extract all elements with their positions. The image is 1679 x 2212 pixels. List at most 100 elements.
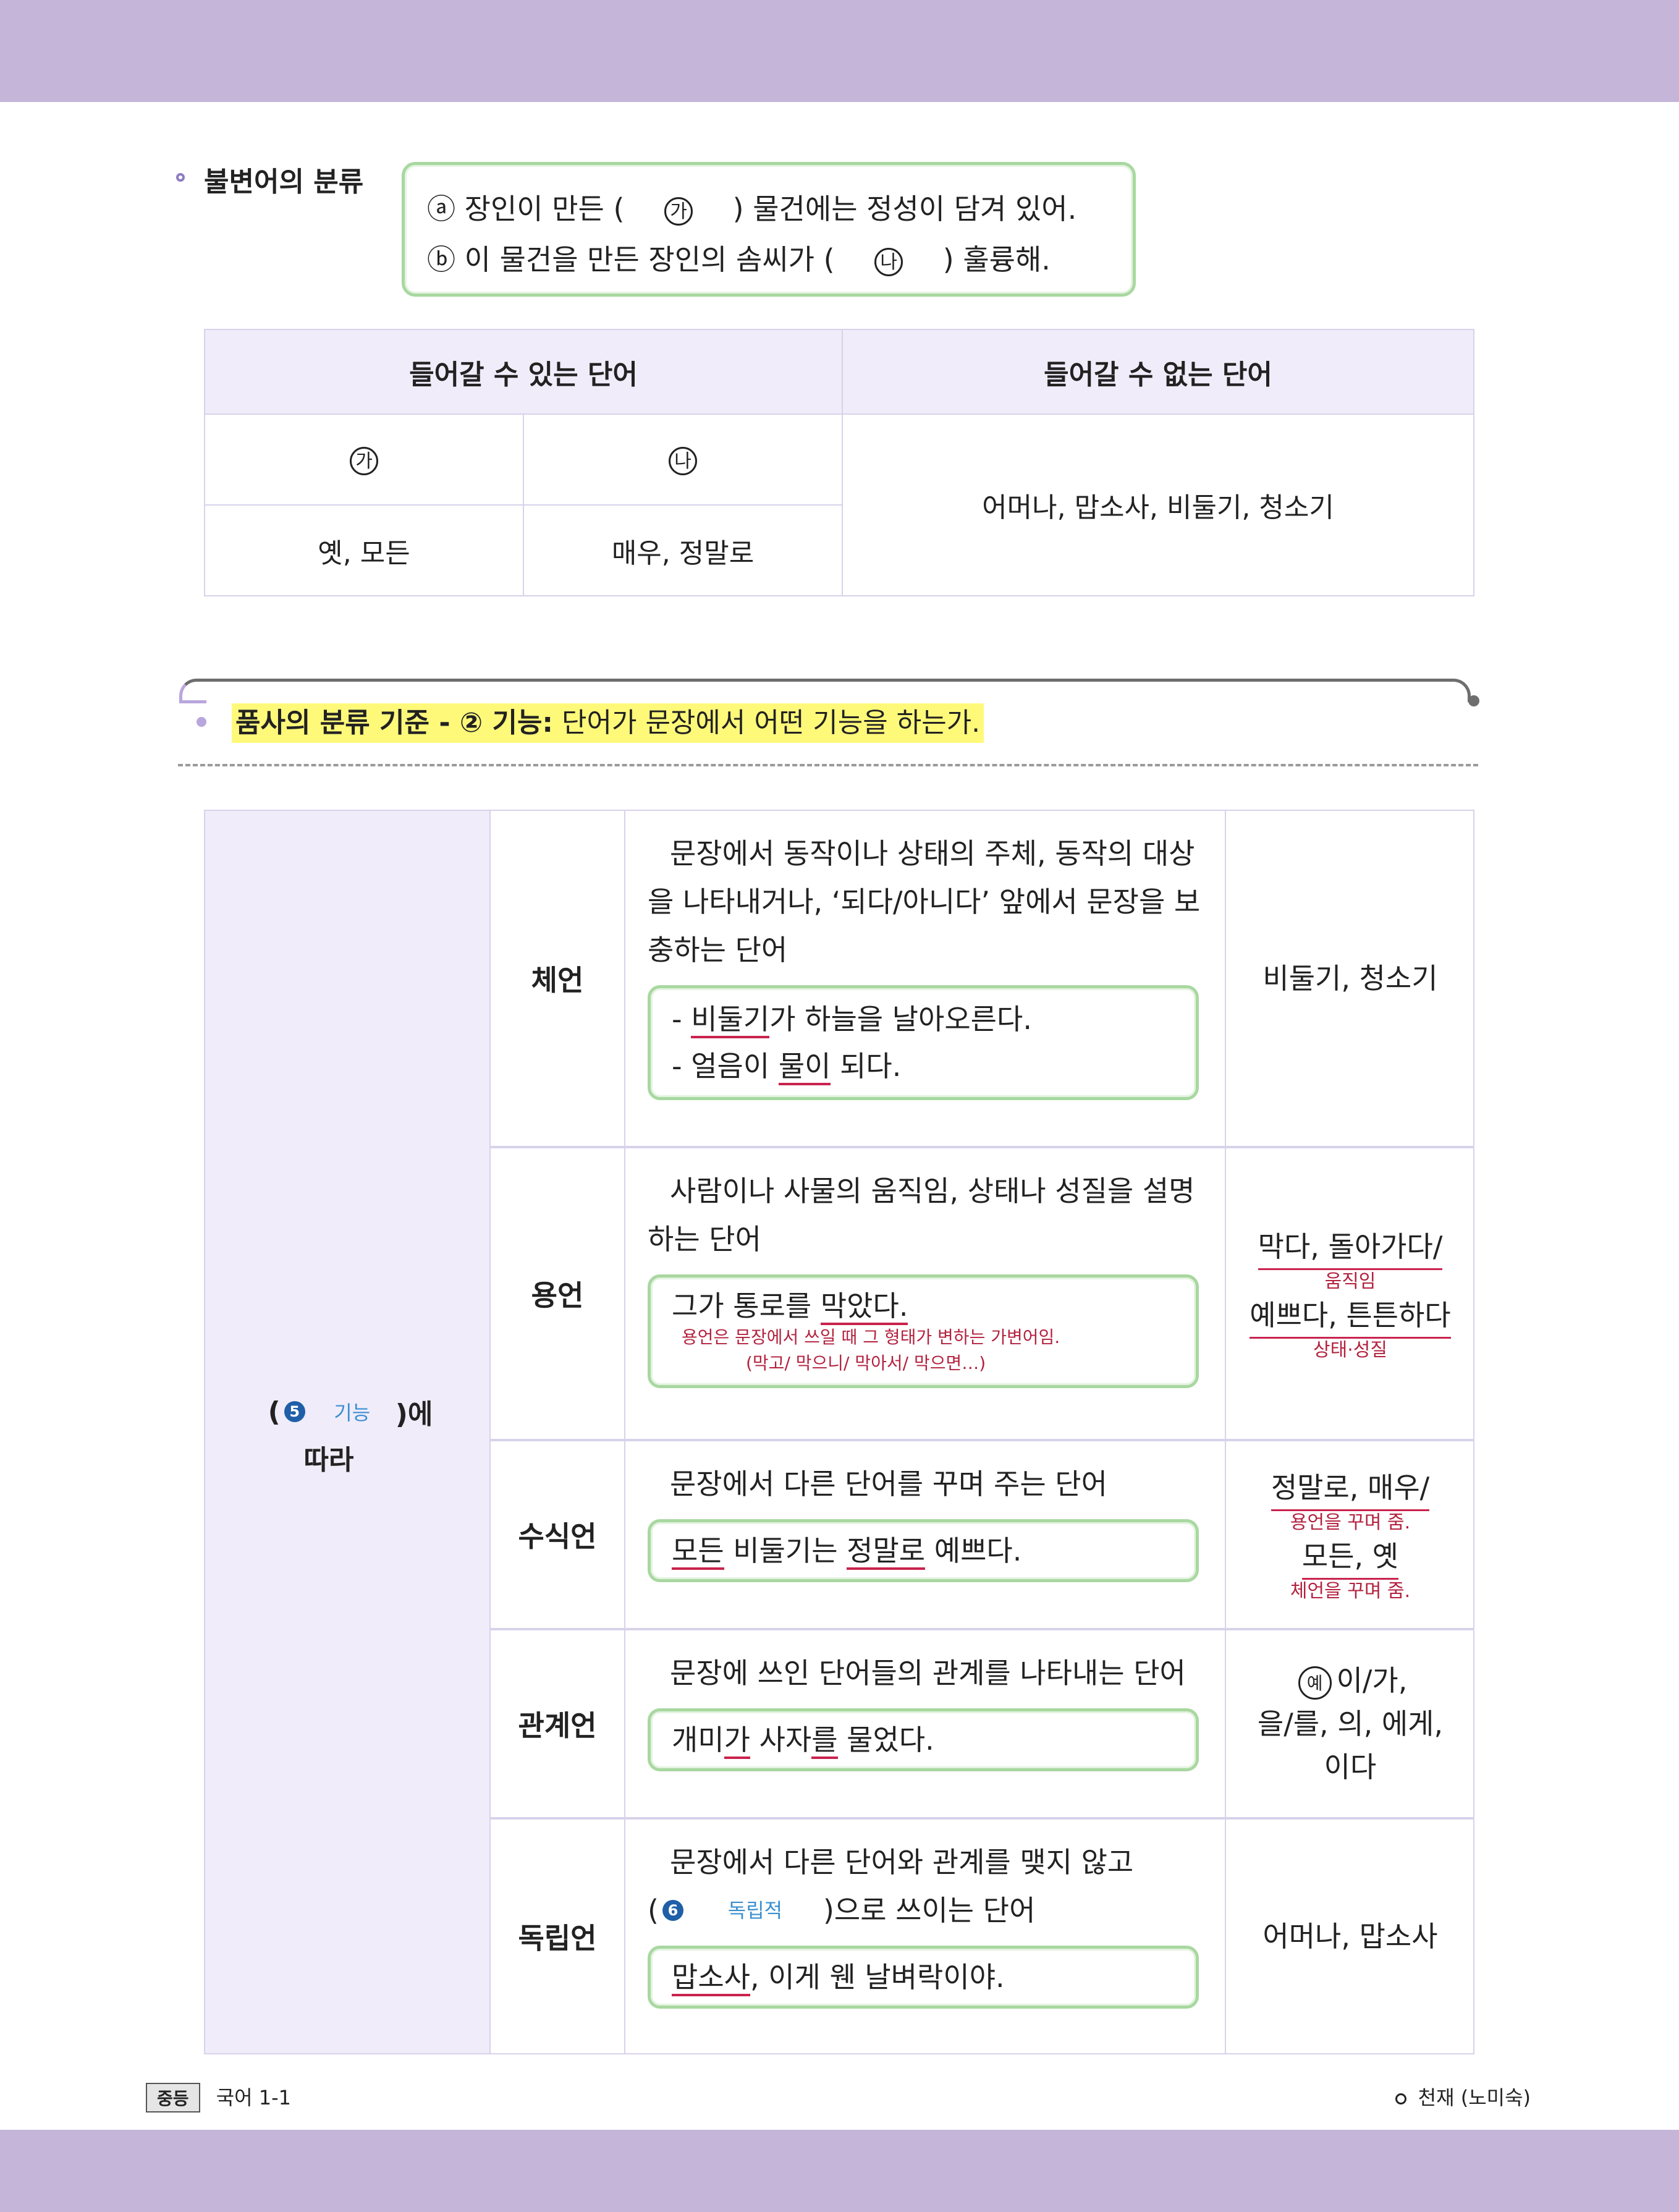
description-1: 문장에서 다른 단어와 관계를 맺지 않고: [670, 1845, 1134, 1879]
blank-5: ( 5 기능 )에: [268, 1392, 433, 1431]
ex-post: 되다.: [831, 1049, 902, 1083]
dashed-divider: [178, 764, 1478, 766]
answer-line-3: 이다: [1324, 1750, 1377, 1784]
row-gwangyeeon: 관계언 문장에 쓰인 단어들의 관계를 나타내는 단어 개미가 사자를 물었다.…: [491, 1629, 1474, 1818]
answer-2-note: 상태·성질: [1313, 1339, 1387, 1361]
example-box: 맙소사, 이게 웬 날벼락이야.: [648, 1946, 1199, 2009]
sub-ga: 가: [204, 413, 524, 506]
example-a-text: 장인이 만든 (: [464, 192, 625, 226]
dot-right: [1468, 695, 1479, 706]
invariable-table: 들어갈 수 있는 단어 들어갈 수 없는 단어 가 나 어머나, 맙소사, 비둘…: [204, 329, 1474, 596]
example-b: ⓑ 이 물건을 만든 장인의 솜씨가 ( 나 ) 훌륭해.: [427, 234, 1110, 285]
answer: 어머나, 맙소사: [1262, 1920, 1438, 1953]
note-2: (막고/ 막으니/ 막아서/ 막으면…): [746, 1353, 986, 1373]
answer-cell: 예 이/가, 을/를, 의, 에게, 이다: [1226, 1630, 1474, 1817]
ga-icon: 가: [350, 447, 378, 475]
paren-open: (: [648, 1894, 659, 1927]
description-cell: 사람이나 사물의 움직임, 상태나 성질을 설명하는 단어 그가 통로를 막았다…: [625, 1148, 1226, 1439]
mark-a: ⓐ: [427, 192, 455, 226]
cannot-cell: 어머나, 맙소사, 비둘기, 청소기: [842, 413, 1474, 596]
dot-left: [197, 717, 206, 727]
footer-right: 천재 (노미숙): [1395, 2082, 1531, 2111]
level-badge: 중등: [146, 2083, 200, 2112]
row-cheeon: 체언 문장에서 동작이나 상태의 주체, 동작의 대상을 나타내거나, ‘되다/…: [491, 810, 1474, 1147]
section-title: 불변어의 분류: [204, 166, 364, 198]
bullet-icon: [176, 173, 185, 182]
na-icon: 나: [669, 447, 697, 475]
publisher: 천재 (노미숙): [1418, 2086, 1531, 2109]
header-frame: [179, 679, 1471, 703]
description: 문장에 쓰인 단어들의 관계를 나타내는 단어: [670, 1656, 1186, 1690]
answer-cell: 비둘기, 청소기: [1226, 811, 1474, 1146]
footer-left: 중등 국어 1-1: [146, 2082, 291, 2112]
answer-2: 예쁘다, 튼튼하다: [1250, 1294, 1451, 1339]
criteria-line2: 따라: [303, 1444, 354, 1476]
example-box: ⓐ 장인이 만든 ( 가 ) 물건에는 정성이 담겨 있어. ⓑ 이 물건을 만…: [402, 162, 1136, 297]
answer-1: 정말로, 매우/: [1271, 1466, 1430, 1511]
number-5-icon: 5: [284, 1401, 305, 1422]
answer-cell: 정말로, 매우/ 용언을 꾸며 줌. 모든, 옛 체언을 꾸며 줌.: [1226, 1441, 1474, 1628]
ex-pre: 그가 통로를: [672, 1289, 821, 1323]
desc-end: )으로 쓰이는 단어: [823, 1894, 1036, 1927]
ex-underline-1: 가: [724, 1723, 750, 1759]
example-box: - 비둘기가 하늘을 날아오른다. - 얼음이 물이 되다.: [648, 985, 1199, 1100]
description: 문장에서 동작이나 상태의 주체, 동작의 대상을 나타내거나, ‘되다/아니다…: [648, 837, 1201, 967]
description-2: ( 6 독립적 )으로 쓰이는 단어: [648, 1886, 1203, 1934]
example-line-2: - 얼음이 물이 되다.: [672, 1043, 1175, 1090]
paren-open: (: [268, 1396, 281, 1428]
blank-na-icon: 나: [874, 247, 903, 276]
answer-2: 모든, 옛: [1301, 1535, 1399, 1580]
ex-underline: 막았다.: [820, 1289, 908, 1325]
blank-ga-icon: 가: [664, 197, 693, 226]
ex-underline: 맙소사: [672, 1960, 750, 1996]
answer-1: 이/가,: [1336, 1664, 1408, 1697]
ex-end: , 이게 웬 날벼락이야.: [750, 1960, 1005, 1994]
na-values: 매우, 정말로: [523, 504, 843, 596]
section-heading: 품사의 분류 기준 - ② 기능: 단어가 문장에서 어떤 기능을 하는가.: [232, 703, 984, 743]
answer-1-note: 움직임: [1324, 1271, 1376, 1292]
description: 사람이나 사물의 움직임, 상태나 성질을 설명하는 단어: [648, 1174, 1195, 1256]
answer-6: 독립적: [727, 1899, 783, 1922]
criteria-cell: ( 5 기능 )에 따라: [204, 810, 491, 2054]
answer-line-2: 을/를, 의, 에게,: [1257, 1707, 1444, 1740]
note-1: 용언은 문장에서 쓰일 때 그 형태가 변하는 가변어임.: [682, 1327, 1060, 1347]
answer-line-1: 예 이/가,: [1293, 1659, 1408, 1702]
answer-cell: 막다, 돌아가다/ 움직임 예쁘다, 튼튼하다 상태·성질: [1226, 1148, 1474, 1439]
example-box: 모든 비둘기는 정말로 예쁘다.: [648, 1519, 1199, 1582]
function-table: ( 5 기능 )에 따라 체언 문장에서 동작이나 상태의 주체, 동작의 대상…: [204, 810, 1474, 2054]
answer: 비둘기, 청소기: [1262, 962, 1438, 995]
ex-underline-2: 를: [811, 1723, 838, 1759]
row-susigeon: 수식언 문장에서 다른 단어를 꾸며 주는 단어 모든 비둘기는 정말로 예쁘다…: [491, 1440, 1474, 1629]
ex-end: 물었다.: [837, 1723, 934, 1756]
description-cell: 문장에 쓰인 단어들의 관계를 나타내는 단어 개미가 사자를 물었다.: [625, 1630, 1226, 1817]
example-line: 그가 통로를 막았다.: [672, 1287, 1175, 1325]
category: 용언: [491, 1148, 625, 1439]
description-cell: 문장에서 다른 단어와 관계를 맺지 않고 ( 6 독립적 )으로 쓰이는 단어…: [625, 1820, 1226, 2053]
ex-underline-1: 모든: [672, 1534, 724, 1570]
ex-pre: -: [672, 1002, 691, 1036]
example-box: 개미가 사자를 물었다.: [648, 1708, 1199, 1771]
answer-5: 기능: [334, 1401, 371, 1425]
example-b-text: 이 물건을 만든 장인의 솜씨가 (: [464, 243, 835, 276]
bottom-band: [0, 2130, 1679, 2212]
category: 체언: [491, 811, 625, 1146]
row-yongeon: 용언 사람이나 사물의 움직임, 상태나 성질을 설명하는 단어 그가 통로를 …: [491, 1147, 1474, 1440]
description-cell: 문장에서 다른 단어를 꾸며 주는 단어 모든 비둘기는 정말로 예쁘다.: [625, 1441, 1226, 1628]
bullet-icon: [1395, 2093, 1407, 2104]
heading-bold: 품사의 분류 기준 - ② 기능:: [235, 707, 554, 739]
example-line-1: - 비둘기가 하늘을 날아오른다.: [672, 996, 1175, 1043]
answer-cell: 어머나, 맙소사: [1226, 1820, 1474, 2053]
sub-na: 나: [523, 413, 843, 506]
description-cell: 문장에서 동작이나 상태의 주체, 동작의 대상을 나타내거나, ‘되다/아니다…: [625, 811, 1226, 1146]
example-mark-icon: 예: [1298, 1666, 1332, 1700]
ga-values: 옛, 모든: [204, 504, 524, 596]
example-box: 그가 통로를 막았다. 용언은 문장에서 쓰일 때 그 형태가 변하는 가변어임…: [648, 1274, 1199, 1388]
answer-1: 막다, 돌아가다/: [1258, 1225, 1443, 1270]
description: 문장에서 다른 단어를 꾸며 주는 단어: [670, 1467, 1107, 1501]
answer-2-note: 체언을 꾸며 줌.: [1290, 1580, 1411, 1602]
ex-mid: 비둘기는: [724, 1534, 847, 1567]
blank-5-suffix: )에: [395, 1399, 433, 1430]
subject: 국어 1-1: [216, 2086, 292, 2109]
mark-b: ⓑ: [427, 243, 455, 276]
ex-pre: 개미: [672, 1723, 724, 1756]
